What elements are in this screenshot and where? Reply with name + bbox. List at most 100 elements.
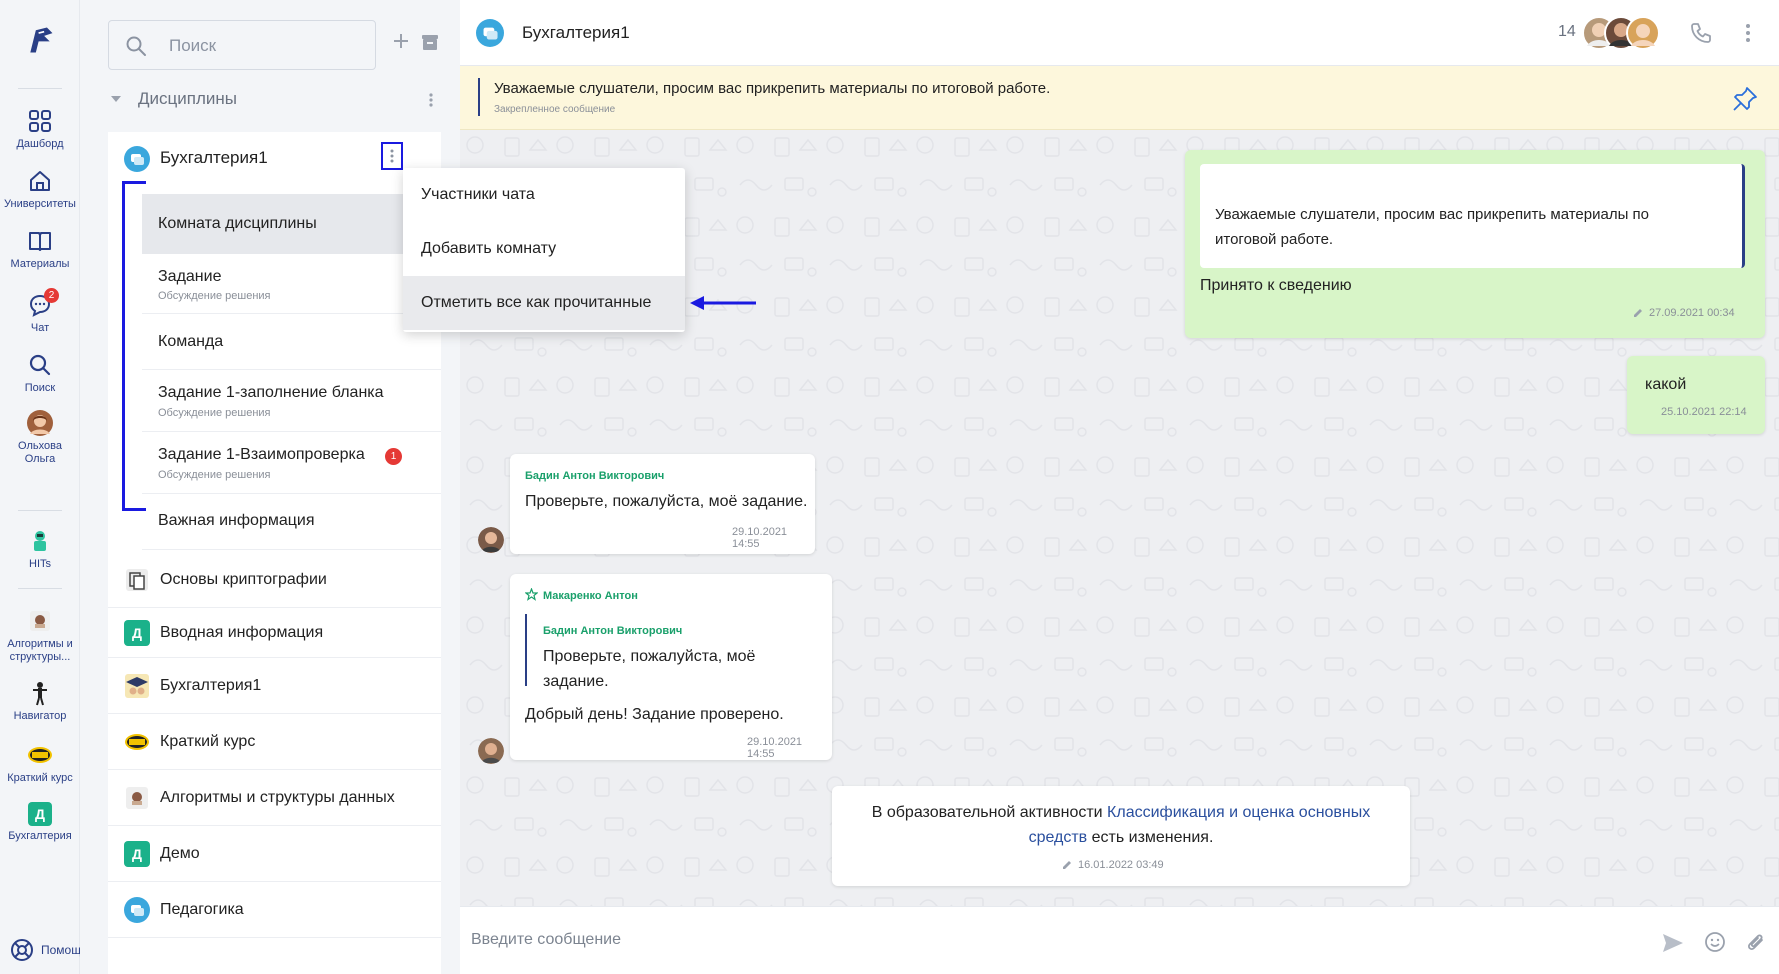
plus-icon	[394, 34, 408, 48]
channel-item[interactable]: Д Вводная информация	[108, 608, 441, 658]
chevron-down-icon[interactable]	[110, 94, 122, 104]
user-avatar[interactable]	[478, 527, 504, 553]
rail-label: Дашборд	[16, 138, 64, 150]
attach-icon[interactable]	[1744, 929, 1766, 953]
channel-title: Вводная информация	[160, 624, 324, 641]
message-bubble-outgoing[interactable]: Уважаемые слушатели, просим вас прикрепи…	[1185, 150, 1765, 338]
logo[interactable]	[0, 22, 80, 62]
room-title: Задание 1-Взаимопроверка	[158, 446, 365, 463]
course-icon	[30, 611, 50, 631]
channel-item[interactable]: Основы криптографии	[108, 552, 441, 608]
message-time: 16.01.2022 03:49	[1078, 859, 1164, 871]
menu-item-mark-all-read[interactable]: Отметить все как прочитанные	[403, 276, 685, 330]
chat-more-icon[interactable]	[1745, 23, 1751, 43]
channel-item[interactable]: Алгоритмы и структуры данных	[108, 770, 441, 826]
pinned-text: Уважаемые слушатели, просим вас прикрепи…	[494, 80, 1051, 97]
d-icon: Д	[28, 802, 52, 826]
phone-icon[interactable]	[1689, 21, 1713, 45]
rail-item-short-course[interactable]: Краткий курс	[0, 742, 80, 785]
add-button[interactable]	[390, 30, 412, 52]
quoted-message[interactable]: Уважаемые слушатели, просим вас прикрепи…	[1200, 164, 1745, 268]
room-item[interactable]: Задание Обсуждение решения	[142, 254, 441, 314]
activity-link[interactable]: Классификация и оценка основных	[1107, 804, 1370, 821]
pinned-label: Закрепленное сообщение	[494, 104, 616, 115]
message-author: Бадин Антон Викторович	[525, 470, 665, 482]
rail-item-profile[interactable]: Ольхова Ольга	[0, 410, 80, 466]
unread-badge: 1	[385, 448, 402, 465]
room-subtitle: Обсуждение решения	[158, 407, 271, 419]
room-item[interactable]: Команда	[142, 314, 441, 370]
rail-item-dashboard[interactable]: Дашборд	[0, 108, 80, 151]
course-icon	[126, 787, 148, 809]
chat-channel-icon	[124, 146, 150, 172]
room-item[interactable]: Задание 1-заполнение бланка Обсуждение р…	[142, 370, 441, 432]
crypto-channel-icon	[126, 569, 148, 591]
help-button[interactable]: Помощь	[10, 938, 90, 962]
message-bubble-incoming[interactable]: Бадин Антон Викторович Проверьте, пожалу…	[510, 454, 815, 554]
message-time: 25.10.2021 22:14	[1661, 406, 1747, 418]
message-bubble-outgoing[interactable]: какой 25.10.2021 22:14	[1627, 356, 1765, 434]
quoted-message[interactable]: Бадин Антон Викторович Проверьте, пожалу…	[525, 614, 817, 690]
quoted-author: Бадин Антон Викторович	[543, 625, 683, 637]
pin-icon[interactable]	[1732, 86, 1758, 112]
channel-item[interactable]: Педагогика	[108, 882, 441, 938]
search-input[interactable]: Поиск	[108, 20, 376, 70]
archive-button[interactable]	[420, 32, 440, 52]
group-more-button[interactable]	[381, 142, 403, 170]
quoted-text-line2: итоговой работе.	[1215, 231, 1334, 248]
send-icon[interactable]	[1662, 933, 1684, 953]
rail-label: Чат	[30, 322, 50, 334]
room-subtitle: Обсуждение решения	[158, 469, 271, 481]
channel-item[interactable]: Д Демо	[108, 826, 441, 882]
d-icon: Д	[124, 841, 150, 867]
rail-item-accounting[interactable]: Д Бухгалтерия	[0, 802, 80, 843]
message-text: какой	[1645, 376, 1687, 393]
rail-item-algorithms[interactable]: Алгоритмы и структуры...	[0, 608, 80, 664]
rail-divider	[18, 510, 62, 511]
user-avatar[interactable]	[478, 738, 504, 764]
menu-item-chat-members[interactable]: Участники чата	[403, 168, 685, 222]
rail-item-hits[interactable]: HITs	[0, 528, 80, 571]
rail-label: Материалы	[10, 258, 70, 270]
channel-item[interactable]: Краткий курс	[108, 714, 441, 770]
room-item[interactable]: Задание 1-Взаимопроверка Обсуждение реше…	[142, 432, 441, 494]
graduation-icon	[125, 674, 149, 698]
menu-item-add-room[interactable]: Добавить комнату	[403, 222, 685, 276]
system-text-prefix: В образовательной активности	[871, 804, 1108, 821]
dashboard-icon	[29, 110, 51, 132]
rail-item-navigator[interactable]: Навигатор	[0, 680, 80, 723]
pinned-message-bar[interactable]: Уважаемые слушатели, просим вас прикрепи…	[460, 66, 1779, 130]
message-bubble-incoming[interactable]: Макаренко Антон Бадин Антон Викторович П…	[510, 574, 832, 760]
book-icon	[29, 232, 51, 251]
activity-link[interactable]: средств	[1029, 829, 1088, 846]
chat-title: Бухгалтерия1	[522, 23, 630, 42]
rail-label: Бухгалтерия	[8, 830, 72, 842]
message-text: Принято к сведению	[1200, 277, 1352, 294]
section-more-icon[interactable]	[428, 92, 434, 108]
message-time: 27.09.2021 00:34	[1649, 307, 1735, 319]
rail-label: Навигатор	[13, 710, 67, 722]
rail-divider	[18, 588, 62, 589]
search-icon	[29, 354, 51, 376]
room-title: Команда	[158, 333, 224, 350]
rail-label: Алгоритмы и структуры...	[7, 638, 73, 663]
user-avatar	[27, 410, 53, 436]
rail-label: Поиск	[24, 382, 56, 394]
rail-label: Ольхова Ольга	[18, 440, 62, 465]
rail-label: HITs	[29, 558, 51, 570]
emoji-icon[interactable]	[1704, 931, 1726, 953]
system-text-suffix: есть изменения.	[1087, 829, 1214, 846]
room-item[interactable]: Комната дисциплины	[142, 194, 441, 254]
room-title: Задание	[158, 268, 222, 285]
message-composer[interactable]: Введите сообщение	[460, 906, 1779, 974]
room-item[interactable]: Важная информация	[142, 494, 441, 550]
rail-item-materials[interactable]: Материалы	[0, 228, 80, 271]
lifebuoy-icon	[11, 939, 33, 961]
channel-group-header[interactable]: Бухгалтерия1	[108, 132, 441, 180]
rail-item-universities[interactable]: Университеты	[0, 168, 80, 211]
channel-item[interactable]: Бухгалтерия1	[108, 658, 441, 714]
rail-item-search[interactable]: Поиск	[0, 352, 80, 395]
members-avatars[interactable]	[1582, 16, 1662, 50]
rail-item-chat[interactable]: 2 Чат	[0, 288, 80, 335]
message-time: 29.10.2021 14:55	[747, 736, 803, 760]
